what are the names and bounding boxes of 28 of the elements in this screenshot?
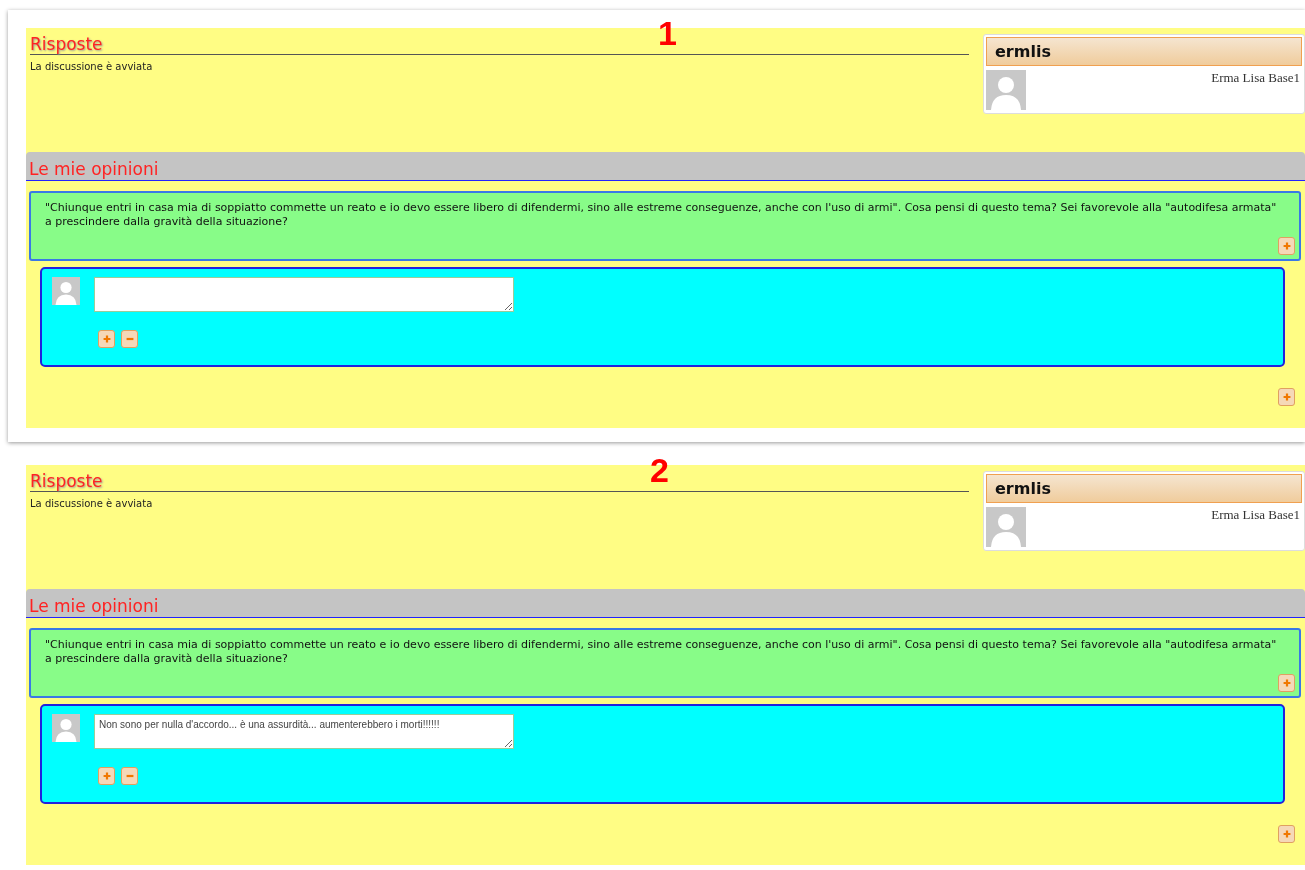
user-full-name: Erma Lisa Base1 xyxy=(1211,507,1301,524)
plus-button[interactable] xyxy=(1278,674,1295,692)
avatar-icon xyxy=(52,714,80,742)
question-text: "Chiunque entri in casa mia di soppiatto commette un reato e io devo essere libero di difendermi, sino alle estreme conseguenze, anche con l'uso di armi". Cosa pensi di questo tema? Sei favorevole alla "autodifesa armata" a prescindere dalla gravità della situazione? xyxy=(45,201,1278,229)
plus-button[interactable] xyxy=(1278,388,1295,406)
reply-field[interactable] xyxy=(94,277,514,312)
user-full-name: Erma Lisa Base1 xyxy=(1211,70,1301,87)
step-number: 1 xyxy=(658,16,677,50)
username: ermlis xyxy=(986,474,1302,503)
avatar-icon xyxy=(52,277,80,305)
question-text: "Chiunque entri in casa mia di soppiatto commette un reato e io devo essere libero di difendermi, sino alle estreme conseguenze, anche con l'uso di armi". Cosa pensi di questo tema? Sei favorevole alla "autodifesa armata" a prescindere dalla gravità della situazione? xyxy=(45,638,1278,666)
plus-button[interactable] xyxy=(98,767,115,785)
plus-button[interactable] xyxy=(1278,825,1295,843)
section-title: Le mie opinioni xyxy=(29,595,159,617)
avatar-icon xyxy=(986,507,1026,547)
minus-button[interactable] xyxy=(121,330,138,348)
username: ermlis xyxy=(986,37,1302,66)
reply-field[interactable]: Non sono per nulla d'accordo... è una assurdità... aumenterebbero i morti!!!!!! xyxy=(94,714,514,749)
section-heading: Risposte xyxy=(30,34,103,54)
minus-button[interactable] xyxy=(121,767,138,785)
plus-button[interactable] xyxy=(98,330,115,348)
status-text: La discussione è avviata xyxy=(30,61,153,72)
avatar-icon xyxy=(986,70,1026,110)
section-title: Le mie opinioni xyxy=(29,158,159,180)
plus-button[interactable] xyxy=(1278,237,1295,255)
status-text: La discussione è avviata xyxy=(30,498,153,509)
section-heading: Risposte xyxy=(30,471,103,491)
step-number: 2 xyxy=(650,453,669,487)
